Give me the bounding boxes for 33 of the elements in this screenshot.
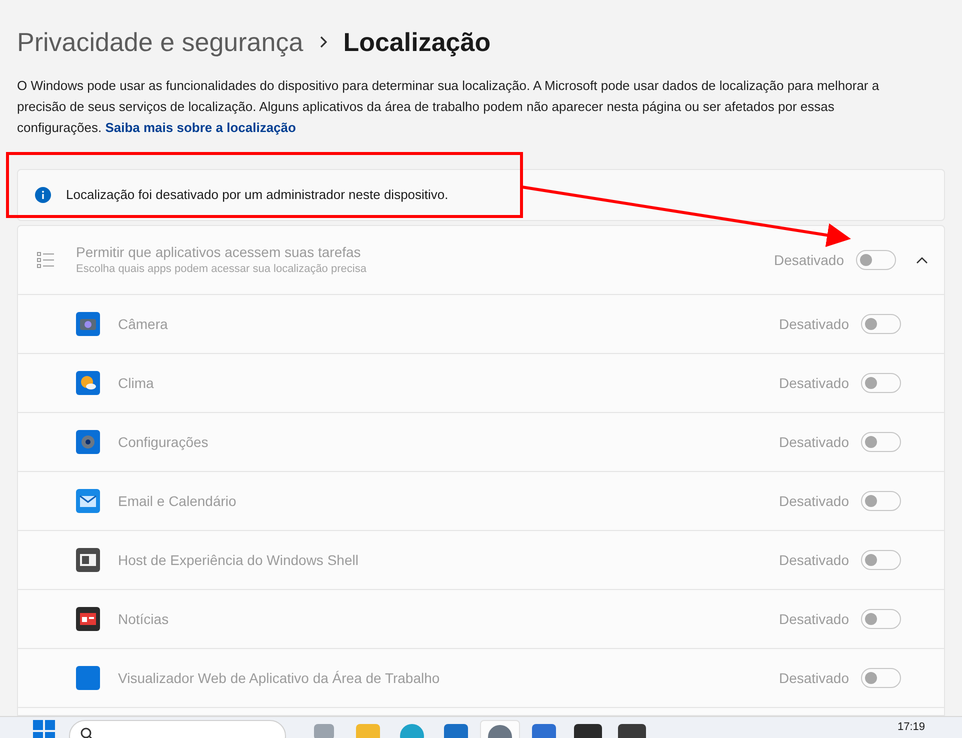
app-name: Notícias [118, 610, 169, 628]
app-tile-icon [76, 666, 100, 690]
status-label: Desativado [778, 668, 849, 688]
description-text: O Windows pode usar as funcionalidades do dispositivo para determinar sua localização. A Microsoft pode usar dados de localização para melhorar a precisão de seus serviços de localização. Alguns aplicativos da área de trabalho podem não aparecer nesta página ou ser afetados por essas configurações. Saiba mais sobre a localização [17, 77, 880, 137]
sun-cloud-icon [76, 371, 100, 395]
chevron-right-icon [319, 36, 328, 48]
info-icon [35, 187, 51, 203]
newspaper-icon [76, 607, 100, 631]
breadcrumb-parent[interactable]: Privacidade e segurança [17, 29, 304, 55]
search-icon [80, 727, 94, 738]
camera-icon [76, 312, 100, 336]
windows-logo-icon[interactable] [33, 720, 55, 738]
notice-text: Localização foi desativado por um administrador neste dispositivo. [66, 186, 448, 204]
app-name: Configurações [118, 432, 208, 452]
status-label: Desativado [778, 610, 849, 628]
status-label: Desativado [774, 250, 844, 270]
app-name: Visualizador Web de Aplicativo da Área de Trabalho [118, 668, 440, 688]
envelope-icon [76, 489, 100, 513]
status-label: Desativado [778, 374, 849, 392]
status-label: Desativado [778, 432, 849, 452]
app-name: Email e Calendário [118, 492, 236, 510]
status-label: Desativado [778, 492, 849, 510]
page-title: Localização [343, 29, 491, 55]
status-label: Desativado [778, 314, 849, 334]
setting-title: Permitir que aplicativos acessem suas tarefas [76, 243, 362, 261]
app-name: Câmera [118, 314, 168, 334]
learn-more-link[interactable]: Saiba mais sobre a localização [105, 120, 296, 135]
list-icon [37, 251, 55, 269]
clock-time: 17:19 [897, 720, 925, 734]
setting-subtitle: Escolha quais apps podem acessar sua localização precisa [76, 262, 366, 277]
app-name: Clima [118, 374, 154, 392]
app-name: Host de Experiência do Windows Shell [118, 550, 358, 570]
status-label: Desativado [778, 550, 849, 570]
